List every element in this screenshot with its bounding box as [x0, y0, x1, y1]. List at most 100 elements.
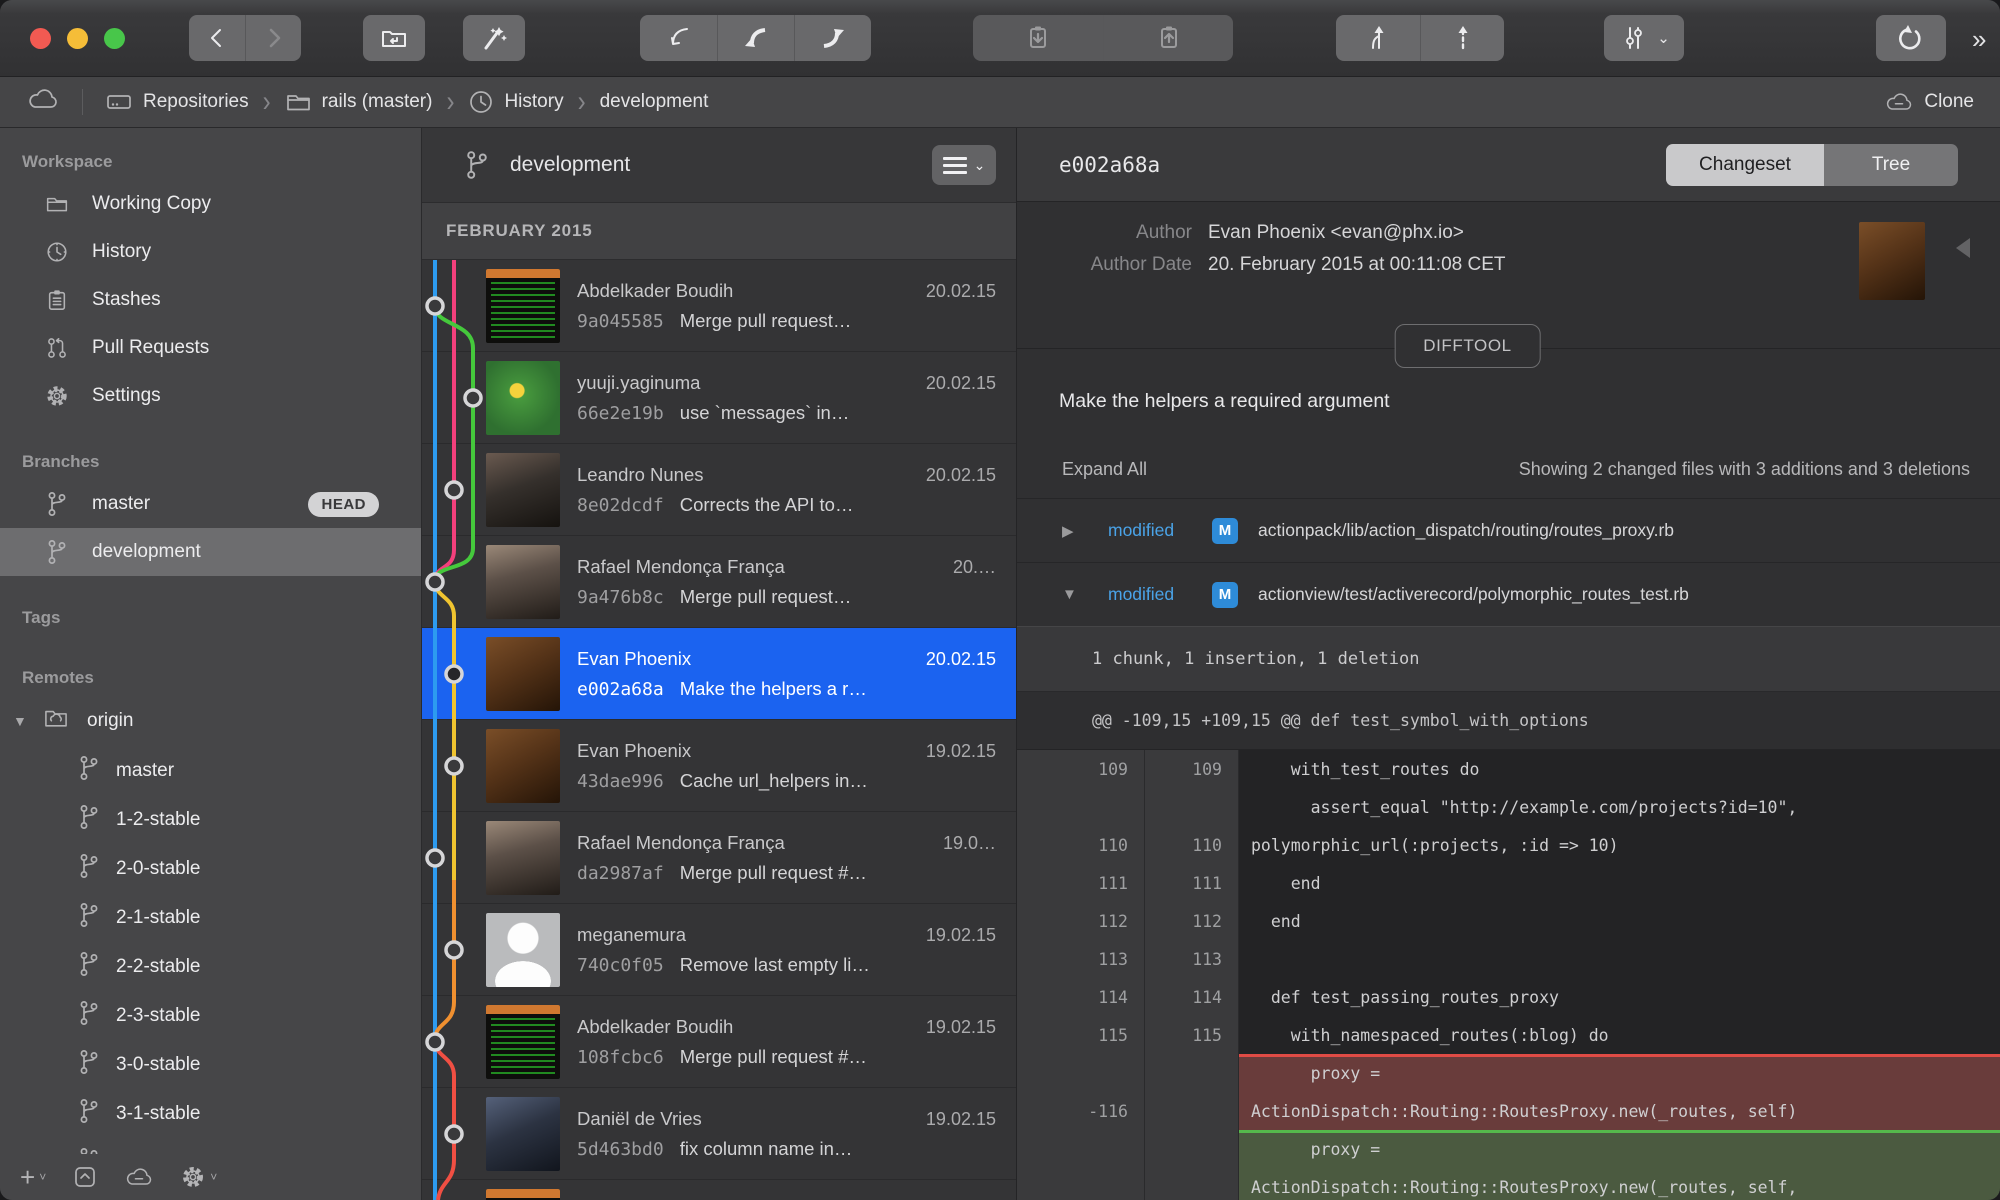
view-options-button[interactable]: ⌄: [1604, 15, 1684, 61]
export-button[interactable]: [72, 1164, 98, 1190]
expand-triangle-icon[interactable]: ▶: [1062, 522, 1108, 540]
stash-group: [973, 15, 1233, 61]
diff-code-line: with_test_routes do: [1239, 750, 2000, 788]
commit-row-108fcbc6[interactable]: Abdelkader Boudih 19.02.15 108fcbc6 Merge p…: [422, 996, 1016, 1088]
remote-origin[interactable]: ▼ origin: [0, 696, 421, 746]
breadcrumb-branch[interactable]: development: [600, 91, 709, 113]
clone-button[interactable]: Clone: [1884, 90, 1974, 114]
clipboard-up-button[interactable]: [1103, 15, 1233, 61]
commit-avatar: [486, 820, 560, 895]
commit-text: Abdelkader Boudih 20.02.15 9a045585 Merge p…: [577, 280, 1016, 332]
close-button[interactable]: [30, 27, 51, 49]
commit-message: Make the helpers a required argument: [1059, 390, 1390, 412]
minimize-button[interactable]: [67, 27, 88, 49]
repositories-icon: [107, 95, 131, 109]
commit-row-66e2e19b[interactable]: yuuji.yaginuma 20.02.15 66e2e19b use `messa…: [422, 352, 1016, 444]
sidebar-section-tags: Tags: [22, 608, 61, 627]
sidebar-item-master[interactable]: master HEAD: [0, 480, 421, 528]
old-line-number: 110: [1017, 826, 1145, 864]
modified-badge: M: [1212, 517, 1238, 544]
remote-branch-label: 2-3-stable: [116, 1004, 201, 1026]
disclosure-triangle-icon[interactable]: ▼: [13, 713, 33, 729]
breadcrumb-repositories[interactable]: Repositories: [105, 90, 249, 114]
sidebar-item-label: Pull Requests: [92, 337, 210, 358]
log-options-button[interactable]: ⌄: [932, 145, 996, 185]
commit-author: Evan Phoenix: [577, 647, 692, 669]
tab-tree[interactable]: Tree: [1824, 143, 1958, 186]
commit-date: 19.02.15: [925, 924, 996, 945]
wand-button[interactable]: [463, 15, 525, 61]
breadcrumb-history[interactable]: History: [468, 89, 564, 115]
commit-row-e002a68a[interactable]: Evan Phoenix 20.02.15 e002a68a Make the hel…: [422, 628, 1016, 720]
commit-row-43dae996[interactable]: Evan Phoenix 19.02.15 43dae996 Cache url_he…: [422, 720, 1016, 812]
toolbar-overflow-button[interactable]: »: [1972, 24, 1987, 55]
commit-row-8e02dcdf[interactable]: Leandro Nunes 20.02.15 8e02dcdf Corrects th…: [422, 444, 1016, 536]
remote-branch-3-1-stable[interactable]: 3-1-stable: [0, 1089, 421, 1138]
commit-row-5d463bd0[interactable]: Daniël de Vries 19.02.15 5d463bd0 fix colum…: [422, 1088, 1016, 1180]
file-path: actionpack/lib/action_dispatch/routing/r…: [1258, 520, 1675, 540]
remote-branch-2-3-stable[interactable]: 2-3-stable: [0, 991, 421, 1040]
commit-author: yuuji.yaginuma: [577, 371, 701, 393]
cloud-button[interactable]: [124, 1165, 154, 1189]
repo-browser-button[interactable]: [363, 15, 425, 61]
rebase-button[interactable]: [1420, 15, 1504, 61]
file-status: modified: [1108, 520, 1175, 540]
breadcrumb: Repositories › rails (master) › History …: [0, 77, 2000, 128]
sidebar-section-branches: Branches: [22, 452, 100, 471]
refresh-button[interactable]: [1876, 15, 1946, 61]
chevron-down-icon: ⌄: [973, 156, 986, 173]
remote-branch-3-0-stable[interactable]: 3-0-stable: [0, 1040, 421, 1089]
sidebar-item-development[interactable]: development: [0, 528, 421, 576]
commit-sha: 8e02dcdf: [577, 494, 664, 516]
remote-branch-master[interactable]: master: [0, 746, 421, 795]
checkout-button[interactable]: [717, 15, 794, 61]
commit-sha: 108fcbc6: [577, 1046, 664, 1068]
commit-text: Leandro Nunes 20.02.15 8e02dcdf Corrects th…: [577, 464, 1016, 516]
sidebar-item-stashes[interactable]: Stashes: [0, 276, 421, 324]
push-branch-button[interactable]: [794, 15, 871, 61]
diff-code-line: proxy =: [1239, 1054, 2000, 1092]
back-button[interactable]: [189, 15, 245, 61]
remote-branch-1-2-stable[interactable]: 1-2-stable: [0, 795, 421, 844]
cloud-icon[interactable]: [26, 86, 60, 118]
new-line-number: [1145, 1054, 1239, 1092]
file-row-polymorphic-routes-test-rb[interactable]: ▼ modified Mactionview/test/activerecord/p…: [1017, 562, 2000, 626]
remote-branch-3-2-stable[interactable]: 3-2-stable: [0, 1138, 421, 1154]
expand-all-button[interactable]: Expand All: [1062, 459, 1147, 480]
difftool-button[interactable]: DIFFTOOL: [1394, 324, 1541, 368]
tab-changeset[interactable]: Changeset: [1666, 143, 1824, 186]
nav-group: [189, 15, 301, 61]
diff-row: proxy =: [1017, 1130, 2000, 1168]
pullrequest-icon: [42, 336, 72, 360]
clipboard-down-button[interactable]: [973, 15, 1103, 61]
zoom-button[interactable]: [104, 27, 125, 49]
modified-badge: M: [1212, 581, 1238, 608]
settings-gear-button[interactable]: ˅: [180, 1164, 217, 1190]
commit-message-summary: Merge pull request…: [679, 585, 852, 607]
add-repo-button[interactable]: + ˅: [20, 1164, 46, 1190]
author-label: Author: [1136, 222, 1192, 243]
breadcrumb-repo[interactable]: rails (master): [285, 90, 432, 114]
commit-row-740c0f05[interactable]: meganemura 19.02.15 740c0f05 Remove last em…: [422, 904, 1016, 996]
old-line-number: [1017, 1054, 1145, 1092]
sidebar-item-working-copy[interactable]: Working Copy: [0, 180, 421, 228]
diff-code-line: [1239, 940, 2000, 978]
remote-branch-2-0-stable[interactable]: 2-0-stable: [0, 844, 421, 893]
branch-icon: [78, 1000, 100, 1032]
commit-row-da2987af[interactable]: Rafael Mendonça França 19.0… da2987af Merge…: [422, 812, 1016, 904]
commit-row-9a476b8c[interactable]: Rafael Mendonça França 20.… 9a476b8c Merge …: [422, 536, 1016, 628]
forward-button[interactable]: [245, 15, 301, 61]
commit-button[interactable]: [640, 15, 717, 61]
file-row-routes-proxy-rb[interactable]: ▶ modified Mactionpack/lib/action_dispatch…: [1017, 498, 2000, 562]
remote-branch-2-1-stable[interactable]: 2-1-stable: [0, 893, 421, 942]
commit-row-9a045585[interactable]: Abdelkader Boudih 20.02.15 9a045585 Merge p…: [422, 260, 1016, 352]
sidebar-item-pull-requests[interactable]: Pull Requests: [0, 324, 421, 372]
new-line-number: 115: [1145, 1016, 1239, 1054]
sidebar-item-settings[interactable]: Settings: [0, 372, 421, 420]
collapse-triangle-icon[interactable]: ▼: [1062, 586, 1108, 603]
sidebar-item-history[interactable]: History: [0, 228, 421, 276]
merge-button[interactable]: [1336, 15, 1420, 61]
breadcrumb-separator: ›: [577, 84, 586, 119]
commit-row-partial[interactable]: Abdelkader Boudih19.02.15: [422, 1180, 1016, 1200]
remote-branch-2-2-stable[interactable]: 2-2-stable: [0, 942, 421, 991]
